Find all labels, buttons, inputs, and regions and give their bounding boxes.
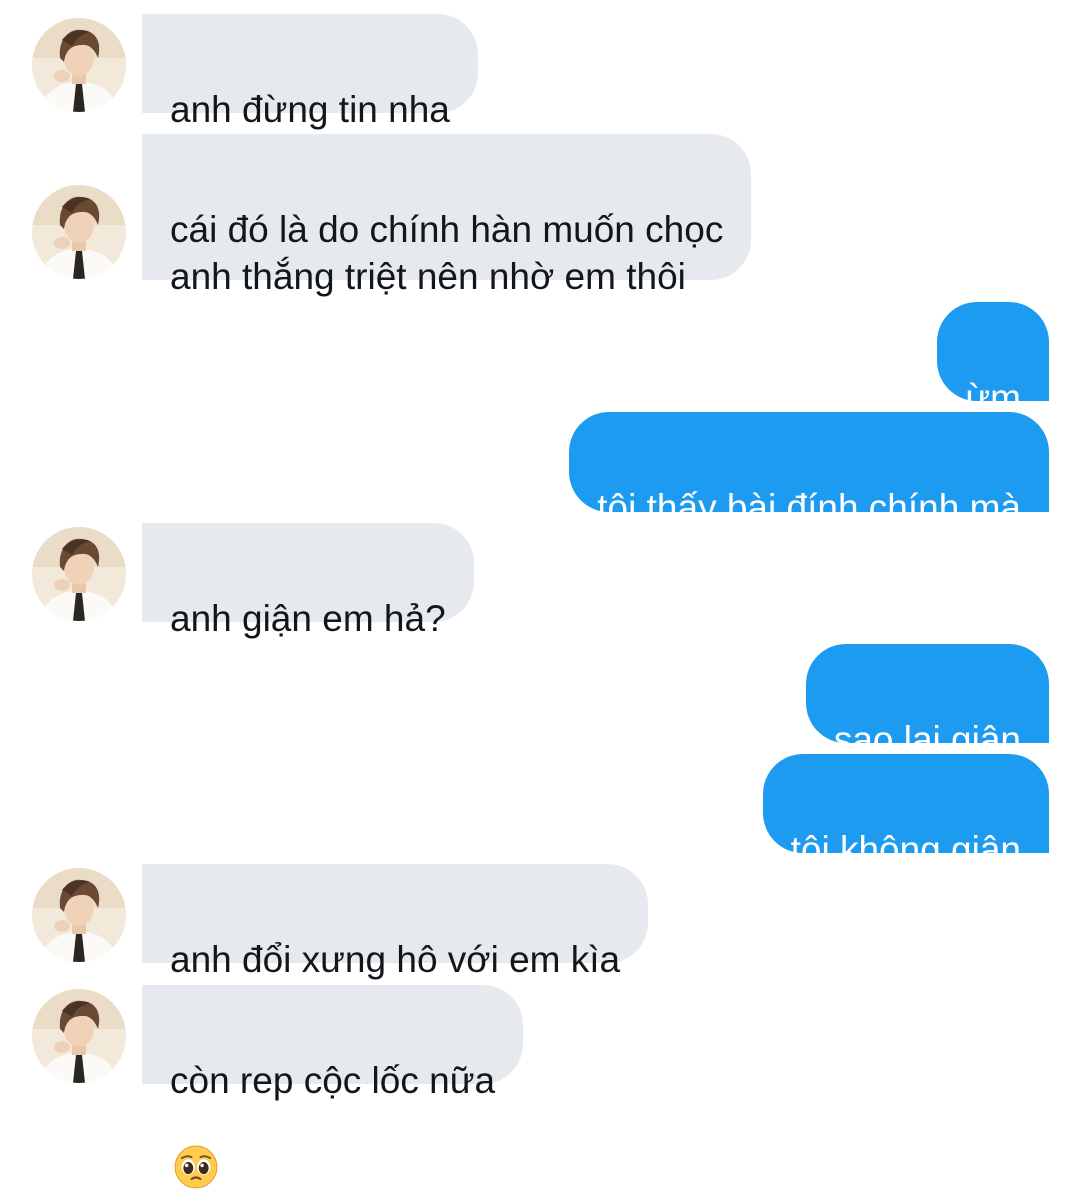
outgoing-message-bubble[interactable]: ừm bbox=[937, 302, 1049, 418]
outgoing-message-bubble[interactable]: sao lại giận bbox=[805, 644, 1049, 760]
avatar[interactable] bbox=[32, 18, 126, 112]
incoming-message-bubble[interactable]: còn rep cộc lốc nữa bbox=[142, 985, 524, 1084]
incoming-message-bubble[interactable]: cái đó là do chính hàn muốn chọc anh thắ… bbox=[142, 134, 752, 297]
outgoing-message-bubble[interactable]: tôi thấy bài đính chính mà bbox=[569, 412, 1049, 528]
message-text: anh đổi xưng hô với em kìa bbox=[170, 939, 621, 980]
avatar[interactable] bbox=[32, 989, 126, 1083]
avatar[interactable] bbox=[32, 527, 126, 621]
outgoing-message-bubble[interactable]: tôi không giận bbox=[762, 754, 1049, 870]
message-text: tôi thấy bài đính chính mà bbox=[597, 487, 1021, 528]
avatar[interactable] bbox=[32, 185, 126, 279]
message-text: tôi không giận bbox=[790, 829, 1021, 870]
message-text: anh giận em hả? bbox=[170, 598, 446, 639]
incoming-message-bubble[interactable]: anh đổi xưng hô với em kìa bbox=[142, 864, 649, 980]
avatar[interactable] bbox=[32, 868, 126, 962]
message-text: anh đừng tin nha bbox=[170, 89, 450, 130]
incoming-message-bubble[interactable]: anh đừng tin nha bbox=[142, 14, 478, 130]
message-text: cái đó là do chính hàn muốn chọc anh thắ… bbox=[170, 209, 724, 297]
pleading-face-emoji bbox=[174, 1098, 218, 1200]
incoming-message-bubble[interactable]: anh giận em hả? bbox=[142, 523, 474, 639]
